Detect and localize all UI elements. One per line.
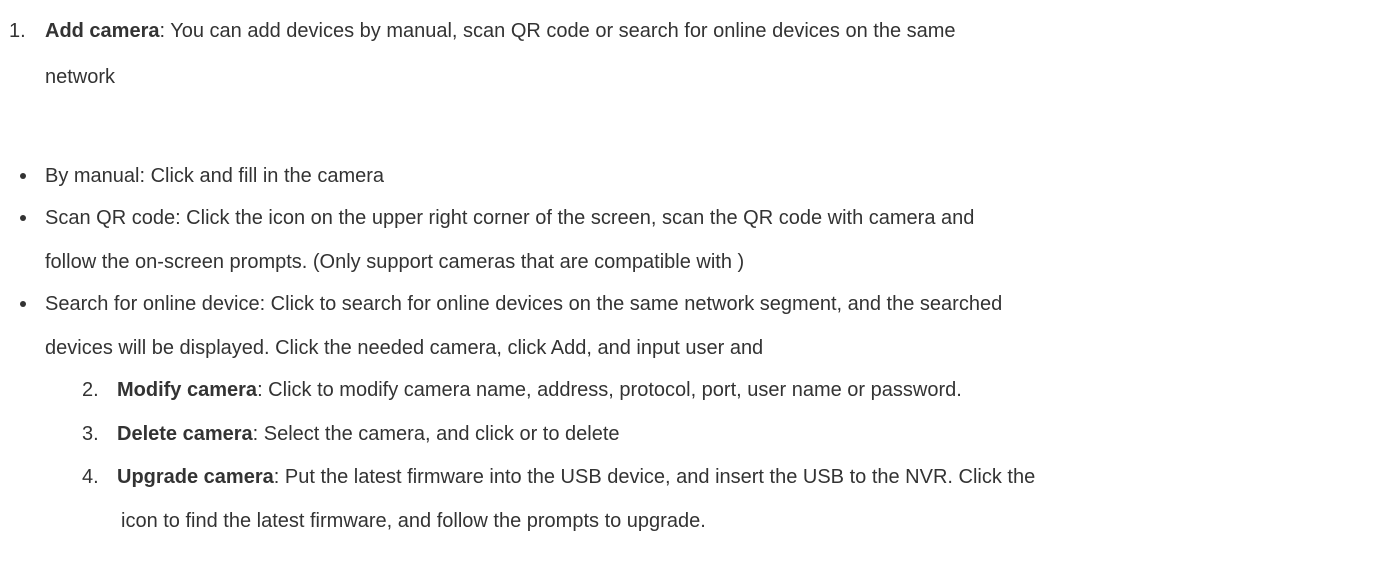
bullet-scan-qr-line-1: Scan QR code: Click the icon on the uppe… xyxy=(45,207,975,229)
add-camera-text: : You can add devices by manual, scan QR… xyxy=(159,20,956,42)
bullet-search-line-1: Search for online device: Click to searc… xyxy=(45,293,1003,315)
document: 1. Add camera: You can add devices by ma… xyxy=(0,0,1377,567)
add-camera-line-1: Add camera: You can add devices by manua… xyxy=(45,19,956,43)
bullet-search-line-2: devices will be displayed. Click the nee… xyxy=(45,337,764,359)
bullet-scan-qr-line-2: follow the on-screen prompts. (Only supp… xyxy=(45,251,745,273)
bullet-dot xyxy=(20,301,26,307)
upgrade-camera-text: : Put the latest firmware into the USB d… xyxy=(273,466,1036,488)
modify-camera-title: Modify camera xyxy=(117,379,258,401)
upgrade-camera-line-1: Upgrade camera: Put the latest firmware … xyxy=(117,465,1035,489)
upgrade-camera-title: Upgrade camera xyxy=(117,466,274,488)
bullet-manual: By manual: Click and fill in the camera xyxy=(45,165,385,187)
list-number-2: 2. xyxy=(82,379,99,401)
upgrade-camera-line-2: icon to find the latest firmware, and fo… xyxy=(121,510,706,532)
delete-camera-title: Delete camera xyxy=(117,423,253,445)
add-camera-title: Add camera xyxy=(45,20,160,42)
list-number-1: 1. xyxy=(9,20,26,42)
modify-camera-line: Modify camera: Click to modify camera na… xyxy=(117,378,962,402)
add-camera-line-2: network xyxy=(45,66,116,88)
list-number-3: 3. xyxy=(82,423,99,445)
bullet-dot xyxy=(20,215,26,221)
list-number-4: 4. xyxy=(82,466,99,488)
bullet-dot xyxy=(20,173,26,179)
delete-camera-text: : Select the camera, and click or to del… xyxy=(252,423,620,445)
modify-camera-text: : Click to modify camera name, address, … xyxy=(257,379,962,401)
delete-camera-line: Delete camera: Select the camera, and cl… xyxy=(117,422,620,446)
